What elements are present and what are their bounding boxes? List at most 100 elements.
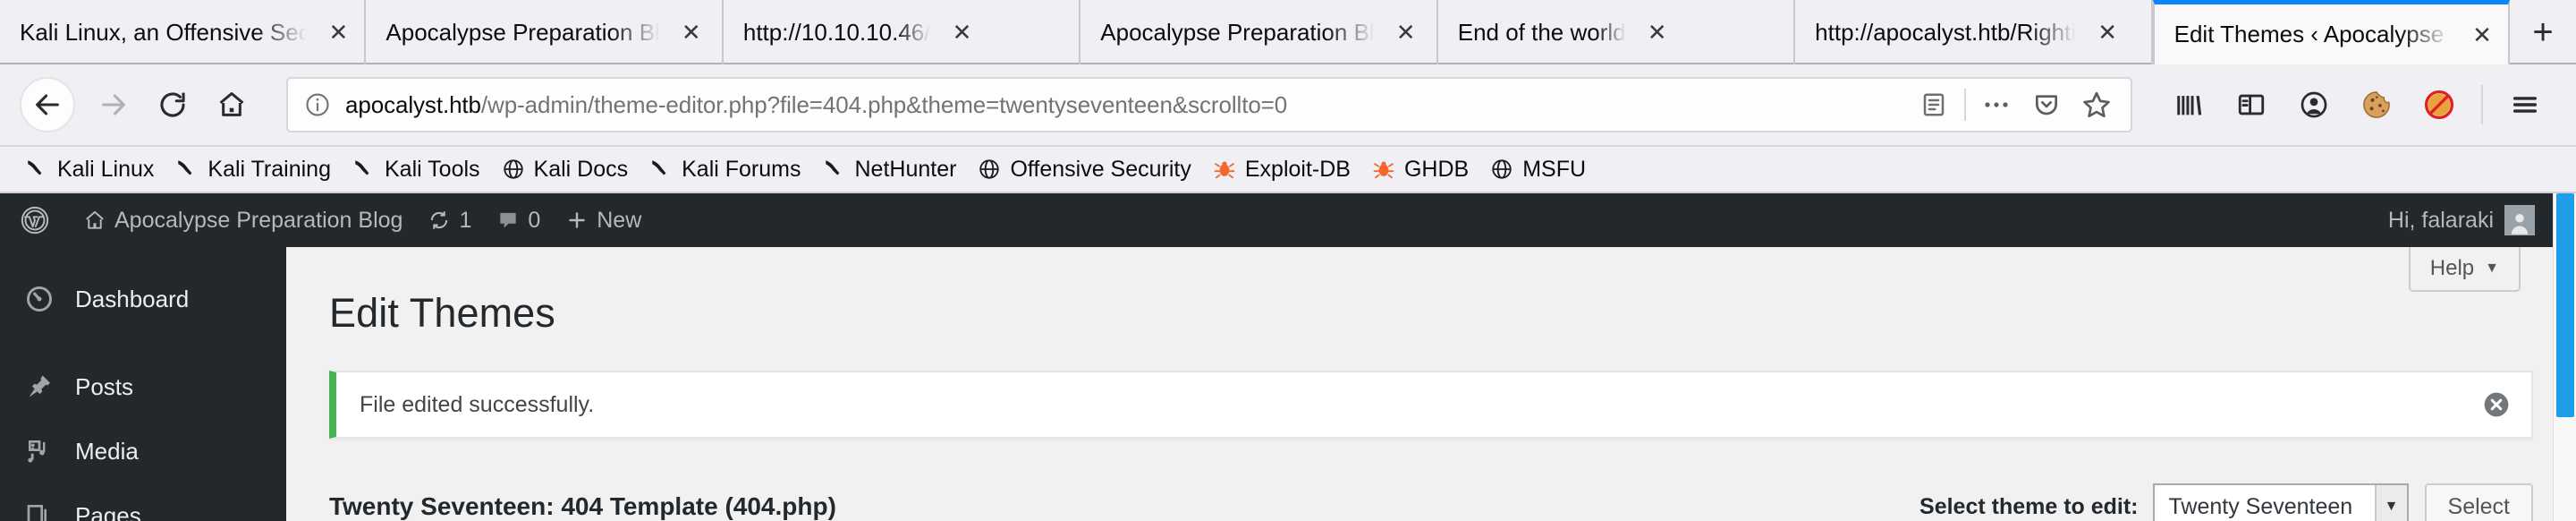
tab-close-icon[interactable]: ✕ (2469, 21, 2496, 48)
bookmark-nethunter[interactable]: NetHunter (812, 149, 968, 190)
browser-tab[interactable]: http://apocalyst.htb/Righti ✕ (1795, 0, 2153, 64)
wp-greeting: Hi, falaraki (2387, 207, 2494, 233)
reload-icon[interactable] (143, 75, 202, 134)
url-bar[interactable]: apocalyst.htb/wp-admin/theme-editor.php?… (286, 77, 2132, 132)
wp-admin-sidebar: Dashboard Posts Media Pages (0, 247, 286, 521)
new-tab-button[interactable]: + (2510, 0, 2576, 64)
wp-updates-button[interactable]: 1 (415, 193, 484, 247)
tab-title: Apocalypse Preparation Bl (1100, 18, 1375, 46)
bookmark-label: Kali Linux (57, 156, 155, 182)
pages-icon (25, 501, 68, 521)
tab-close-icon[interactable]: ✕ (1393, 19, 1419, 46)
theme-select-label: Select theme to edit: (1919, 493, 2139, 519)
navigation-toolbar: apocalyst.htb/wp-admin/theme-editor.php?… (0, 64, 2576, 147)
theme-editor-header-row: Twenty Seventeen: 404 Template (404.php)… (329, 483, 2533, 521)
bookmark-kali-training[interactable]: Kali Training (165, 149, 342, 190)
bookmark-exploit-db[interactable]: Exploit-DB (1202, 149, 1361, 190)
tab-close-icon[interactable]: ✕ (325, 19, 352, 46)
kali-dragon-icon (175, 158, 199, 181)
browser-tab[interactable]: Apocalypse Preparation Bl ✕ (1080, 0, 1438, 64)
browser-tab[interactable]: http://10.10.10.46/ ✕ (724, 0, 1081, 64)
bookmark-label: Kali Docs (533, 156, 629, 182)
bookmark-label: Kali Tools (384, 156, 480, 182)
sidebar-item-media[interactable]: Media (0, 419, 286, 483)
tab-close-icon[interactable]: ✕ (678, 19, 705, 46)
wp-updates-count: 1 (459, 207, 472, 233)
updates-icon (428, 209, 451, 232)
url-input[interactable]: apocalyst.htb/wp-admin/theme-editor.php?… (345, 91, 1909, 119)
page-scrollbar[interactable] (2553, 193, 2576, 521)
theme-select-dropdown[interactable]: Twenty Seventeen ▼ (2152, 483, 2409, 521)
wp-new-label: New (597, 207, 642, 233)
page-scrollbar-thumb[interactable] (2556, 193, 2574, 417)
comment-bubble-icon (496, 209, 520, 232)
tab-close-icon[interactable]: ✕ (1644, 19, 1671, 46)
star-icon[interactable] (2072, 80, 2122, 130)
bug-icon (1372, 158, 1395, 181)
divider (1964, 89, 1966, 121)
browser-tab[interactable]: Kali Linux, an Offensive Sec ✕ (0, 0, 367, 64)
help-tab-label: Help (2429, 256, 2475, 280)
tab-close-icon[interactable]: ✕ (2094, 19, 2121, 46)
sidebar-item-posts[interactable]: Posts (0, 354, 286, 419)
home-icon[interactable] (202, 75, 261, 134)
back-arrow-icon[interactable] (20, 77, 75, 132)
reader-mode-icon[interactable] (1909, 80, 1959, 130)
wp-main-content: Help ▼ Edit Themes File edited successfu… (286, 247, 2576, 521)
notice-message: File edited successfully. (360, 391, 595, 417)
wp-comments-button[interactable]: 0 (484, 193, 553, 247)
wp-body: Dashboard Posts Media Pages Help ▼ Edit … (0, 247, 2576, 521)
page-viewport: Apocalypse Preparation Blog 1 0 New Hi, … (0, 193, 2576, 521)
media-icon (25, 437, 68, 465)
wp-site-name-button[interactable]: Apocalypse Preparation Blog (71, 193, 415, 247)
dashboard-icon (25, 285, 68, 313)
url-path: /wp-admin/theme-editor.php?file=404.php&… (480, 90, 1288, 118)
noscript-extension-icon[interactable] (2408, 75, 2470, 134)
help-tab-button[interactable]: Help ▼ (2408, 247, 2521, 292)
browser-tab[interactable]: Apocalypse Preparation Bl ✕ (366, 0, 724, 64)
info-circle-icon[interactable] (304, 91, 331, 118)
browser-tab-active[interactable]: Edit Themes ‹ Apocalypse P ✕ (2152, 0, 2511, 64)
browser-tab[interactable]: End of the world ✕ (1438, 0, 1796, 64)
menu-hamburger-icon[interactable] (2494, 75, 2556, 134)
pin-icon (25, 372, 68, 401)
success-notice: File edited successfully. (329, 371, 2533, 439)
home-icon (83, 209, 106, 232)
wp-comments-count: 0 (528, 207, 541, 233)
bookmark-offensive-security[interactable]: Offensive Security (967, 149, 1201, 190)
wp-admin-bar: Apocalypse Preparation Blog 1 0 New Hi, … (0, 193, 2576, 247)
library-icon[interactable] (2157, 75, 2220, 134)
wp-account-menu[interactable]: Hi, falaraki (2376, 193, 2576, 247)
bookmark-ghdb[interactable]: GHDB (1361, 149, 1479, 190)
url-domain: apocalyst.htb (345, 90, 481, 118)
dismiss-circle-icon[interactable] (2479, 388, 2513, 422)
sidebar-item-label: Pages (75, 501, 141, 521)
select-button[interactable]: Select (2424, 483, 2533, 521)
sidebar-item-label: Media (75, 437, 139, 465)
tab-title: End of the world (1457, 18, 1626, 46)
sidebar-icon[interactable] (2220, 75, 2283, 134)
wp-new-button[interactable]: New (553, 193, 654, 247)
tab-title: http://10.10.10.46/ (742, 18, 931, 46)
chevron-down-icon: ▼ (2374, 485, 2407, 521)
tab-strip: Kali Linux, an Offensive Sec ✕ Apocalyps… (0, 0, 2576, 64)
account-icon[interactable] (2283, 75, 2345, 134)
bookmark-kali-docs[interactable]: Kali Docs (491, 149, 640, 190)
cookie-extension-icon[interactable] (2345, 75, 2408, 134)
bookmark-kali-linux[interactable]: Kali Linux (14, 149, 165, 190)
bookmark-kali-tools[interactable]: Kali Tools (342, 149, 491, 190)
kali-dragon-icon (352, 158, 376, 181)
bookmark-label: Exploit-DB (1244, 156, 1351, 182)
bookmark-label: Kali Training (208, 156, 331, 182)
ellipsis-icon[interactable] (1971, 80, 2021, 130)
sidebar-item-pages[interactable]: Pages (0, 483, 286, 521)
forward-arrow-icon (84, 75, 143, 134)
wp-logo-button[interactable] (7, 193, 71, 247)
tab-title: Apocalypse Preparation Bl (386, 18, 660, 46)
bookmark-msfu[interactable]: MSFU (1479, 149, 1597, 190)
bookmark-kali-forums[interactable]: Kali Forums (639, 149, 811, 190)
theme-select-form: Select theme to edit: Twenty Seventeen ▼… (1919, 483, 2533, 521)
sidebar-item-dashboard[interactable]: Dashboard (0, 267, 286, 331)
pocket-icon[interactable] (2021, 80, 2072, 130)
tab-close-icon[interactable]: ✕ (948, 19, 975, 46)
